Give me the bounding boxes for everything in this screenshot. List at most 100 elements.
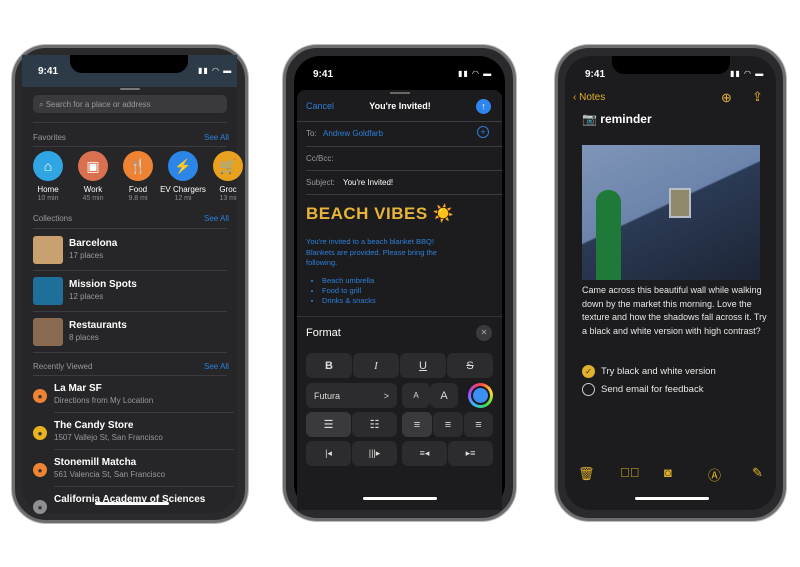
collection-title[interactable]: Mission Spots xyxy=(69,279,137,290)
to-field[interactable]: Andrew Goldfarb xyxy=(323,129,383,138)
search-icon: ⌕ xyxy=(39,100,46,109)
checklist-item[interactable]: Send email for feedback xyxy=(601,384,703,395)
collection-title[interactable]: Barcelona xyxy=(69,238,117,249)
format-title: Format xyxy=(306,327,341,339)
favorite-fork-knife-icon[interactable]: 🍴 xyxy=(123,151,153,181)
italic-button[interactable]: I xyxy=(353,353,399,378)
house-icon: ⌂ xyxy=(43,158,53,174)
email-heading: BEACH VIBES ☀️ xyxy=(306,204,455,223)
close-button[interactable]: ✕ xyxy=(476,325,492,341)
home-indicator xyxy=(363,497,437,500)
favorite-house-icon[interactable]: ⌂ xyxy=(33,151,63,181)
sheet-handle[interactable] xyxy=(120,88,140,90)
increase-size-button[interactable]: A xyxy=(430,383,458,408)
status-icons: ▮▮ ◠ ▬ xyxy=(198,66,233,75)
status-icons: ▮▮ ◠ ▬ xyxy=(730,69,765,78)
status-icons: ▮▮ ◠ ▬ xyxy=(458,69,493,78)
cc-bcc-field[interactable]: Cc/Bcc: xyxy=(306,154,334,163)
checklist-item[interactable]: Try black and white version xyxy=(601,366,716,377)
status-time: 9:41 xyxy=(313,69,334,80)
list-item: Food to grill xyxy=(322,286,376,296)
collection-sub: 17 places xyxy=(69,251,104,260)
add-recipient-icon[interactable]: + xyxy=(477,126,489,138)
strikethrough-button[interactable]: S xyxy=(447,353,493,378)
sheet-handle[interactable] xyxy=(390,92,410,94)
briefcase-icon: ▣ xyxy=(86,157,100,174)
chevron-right-icon: > xyxy=(383,390,389,401)
checked-circle-icon[interactable]: ✓ xyxy=(582,365,595,378)
recent-title[interactable]: La Mar SF xyxy=(54,383,102,394)
share-icon[interactable]: ⇪ xyxy=(752,89,763,105)
increase-indent-button[interactable]: ▸≡ xyxy=(448,441,493,466)
to-label: To: xyxy=(306,129,317,138)
window xyxy=(669,188,691,218)
align-right-button[interactable]: ≡ xyxy=(464,412,493,437)
list-item: Beach umbrella xyxy=(322,276,376,286)
recent-sub: 561 Valencia St, San Francisco xyxy=(54,470,166,479)
compose-icon[interactable]: ✎ xyxy=(752,465,763,481)
list-item: Drinks & snacks xyxy=(322,296,376,306)
favorite-briefcase-icon[interactable]: ▣ xyxy=(78,151,108,181)
collection-thumbnail[interactable] xyxy=(33,236,63,264)
favorites-label: Favorites xyxy=(33,133,66,142)
plug-icon: ⚡ xyxy=(174,157,192,174)
collections-label: Collections xyxy=(33,214,73,223)
place-icon: ● xyxy=(33,463,47,477)
home-indicator xyxy=(95,502,169,505)
bring-list: Beach umbrella Food to grill Drinks & sn… xyxy=(322,276,376,306)
align-center-button[interactable]: ≡ xyxy=(433,412,463,437)
font-picker[interactable]: Futura > xyxy=(306,383,397,408)
empty-circle-icon[interactable] xyxy=(582,383,595,396)
favorite-plug-icon[interactable]: ⚡ xyxy=(168,151,198,181)
cart-icon: 🛒 xyxy=(219,157,237,174)
recent-sub: 1507 Vallejo St, San Francisco xyxy=(54,433,163,442)
favorite-cart-icon[interactable]: 🛒 xyxy=(213,151,243,181)
align-left-button[interactable]: ≡ xyxy=(402,412,432,437)
recent-see-all[interactable]: See All xyxy=(204,362,229,371)
back-button[interactable]: ‹ Notes xyxy=(573,92,605,103)
collection-sub: 12 places xyxy=(69,292,104,301)
favorites-see-all[interactable]: See All xyxy=(204,133,229,142)
markup-icon[interactable]: Ⓐ xyxy=(708,465,721,484)
recent-label: Recently Viewed xyxy=(33,362,93,371)
decrease-size-button[interactable]: A xyxy=(402,383,430,408)
bullet-list-button[interactable]: ☰ xyxy=(306,412,351,437)
favorite-sub: 13 mi xyxy=(219,195,237,202)
email-body[interactable]: You're invited to a beach blanket BBQ! B… xyxy=(306,237,456,269)
collections-see-all[interactable]: See All xyxy=(204,214,229,223)
recent-title[interactable]: The Candy Store xyxy=(54,420,133,431)
place-icon: ● xyxy=(33,500,47,514)
camera-icon[interactable]: ◙ xyxy=(664,465,672,480)
collection-title[interactable]: Restaurants xyxy=(69,320,127,331)
bold-button[interactable]: B xyxy=(306,353,352,378)
numbered-list-button[interactable]: ☷ xyxy=(352,412,397,437)
decrease-indent-button[interactable]: ≡◂ xyxy=(402,441,447,466)
mail-title: You're Invited! xyxy=(369,101,431,111)
color-picker[interactable] xyxy=(468,383,493,408)
subject-label: Subject: xyxy=(306,178,335,187)
indent-button[interactable]: |||▸ xyxy=(352,441,397,466)
trash-icon[interactable]: 🗑 xyxy=(578,466,595,482)
cancel-button[interactable]: Cancel xyxy=(306,101,334,111)
recent-title[interactable]: Stonemill Matcha xyxy=(54,457,136,468)
add-person-icon[interactable]: ⊕ xyxy=(721,90,732,106)
checklist-icon[interactable]: ✓⃝ xyxy=(620,465,640,480)
note-body[interactable]: Came across this beautiful wall while wa… xyxy=(582,284,767,338)
place-icon: ● xyxy=(33,389,47,403)
search-input[interactable]: ⌕ Search for a place or address xyxy=(33,95,227,113)
fork-knife-icon: 🍴 xyxy=(129,157,147,174)
status-time: 9:41 xyxy=(38,66,59,77)
place-icon: ● xyxy=(33,426,47,440)
favorite-label: Groc xyxy=(219,185,237,194)
collection-thumbnail[interactable] xyxy=(33,318,63,346)
outdent-button[interactable]: |◂ xyxy=(306,441,351,466)
collection-thumbnail[interactable] xyxy=(33,277,63,305)
camera-emoji-icon: 📷 xyxy=(582,112,601,126)
underline-button[interactable]: U xyxy=(400,353,446,378)
send-button[interactable]: ↑ xyxy=(476,99,491,114)
note-title: 📷 reminder xyxy=(582,112,652,126)
status-time: 9:41 xyxy=(585,69,606,80)
subject-field[interactable]: You're Invited! xyxy=(343,178,393,187)
recent-sub: Directions from My Location xyxy=(54,396,154,405)
note-photo[interactable] xyxy=(582,145,760,280)
